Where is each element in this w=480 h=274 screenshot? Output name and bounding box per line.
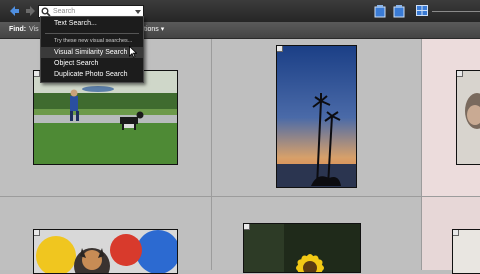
photo-thumbnail[interactable] — [243, 223, 361, 273]
stack-view-icon[interactable] — [393, 4, 405, 18]
menu-separator — [45, 33, 139, 34]
selection-badge — [457, 71, 463, 77]
photo-kid-dog — [34, 71, 177, 164]
forward-arrow-icon[interactable] — [25, 5, 37, 17]
photo-thumbnail[interactable] — [456, 70, 480, 165]
menu-item-duplicate-photo-search[interactable]: Duplicate Photo Search — [41, 69, 143, 80]
photo-thumbnail[interactable] — [276, 45, 357, 188]
zoom-slider[interactable] — [432, 11, 480, 12]
photo-thumbnail[interactable] — [33, 229, 178, 274]
photo-palm-sunset — [277, 46, 356, 187]
find-criteria-text: Vis — [29, 26, 39, 33]
grid-divider — [0, 196, 480, 197]
menu-item-label: Text Search... — [54, 20, 97, 27]
grid-divider — [211, 39, 212, 270]
menu-item-visual-similarity-search[interactable]: Visual Similarity Search — [41, 47, 143, 58]
selection-badge — [277, 46, 283, 52]
options-dropdown[interactable]: tions ▾ — [144, 25, 164, 35]
media-view-icon[interactable] — [374, 4, 386, 18]
photo-sunflower — [244, 224, 360, 272]
menu-item-label: Object Search — [54, 60, 99, 67]
menu-item-object-search[interactable]: Object Search — [41, 58, 143, 69]
thumbnail-size-icon[interactable] — [416, 5, 428, 16]
menu-item-label: Visual Similarity Search — [54, 49, 128, 56]
mouse-cursor-icon — [129, 46, 137, 58]
find-label: Find: — [9, 26, 27, 33]
grid-divider — [421, 39, 422, 270]
back-arrow-icon[interactable] — [8, 5, 20, 17]
chevron-down-icon[interactable] — [134, 7, 142, 16]
selection-badge — [34, 230, 40, 236]
photo-thumbnail[interactable] — [452, 229, 480, 274]
menu-heading-visual-searches: Try these new visual searches... — [41, 36, 143, 47]
menu-item-label: Try these new visual searches... — [54, 38, 133, 44]
photo-portrait — [457, 71, 480, 164]
photo-thumbnail[interactable] — [33, 70, 178, 165]
selection-badge — [453, 230, 459, 236]
menu-item-text-search[interactable]: Text Search... — [41, 18, 143, 29]
selection-badge — [244, 224, 250, 230]
menu-item-label: Duplicate Photo Search — [54, 71, 128, 78]
photo-dog-balloons — [34, 230, 177, 273]
